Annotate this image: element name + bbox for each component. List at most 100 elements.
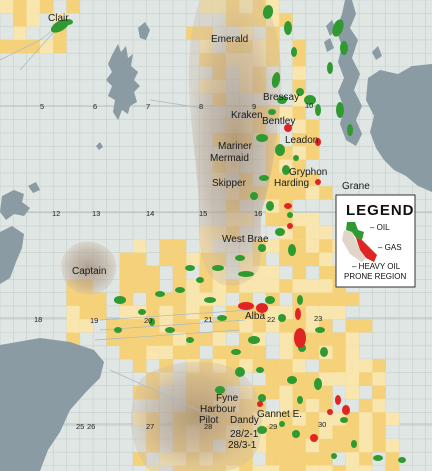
oil-field — [248, 336, 260, 344]
licence-block — [372, 412, 386, 426]
quadrant-label: 16 — [254, 209, 262, 218]
quadrant-label: 18 — [34, 315, 42, 324]
field-label-west-brae: West Brae — [222, 234, 269, 245]
licence-block — [39, 0, 54, 14]
oil-field — [235, 367, 245, 377]
licence-block — [119, 305, 133, 320]
licence-block — [186, 345, 200, 360]
licence-block — [133, 279, 147, 293]
licence-block — [13, 0, 27, 14]
oil-field — [266, 201, 274, 211]
legend-heavy-oil-label-2: PRONE REGION — [344, 272, 406, 281]
licence-block — [119, 252, 133, 266]
licence-block — [305, 345, 320, 360]
licence-block — [279, 279, 293, 293]
quadrant-label: 8 — [199, 102, 203, 111]
field-label-28-3-1: 28/3-1 — [228, 440, 257, 451]
field-label-bressay: Bressay — [263, 92, 299, 103]
licence-block — [319, 266, 333, 280]
licence-block — [385, 438, 399, 453]
licence-block — [279, 345, 293, 360]
licence-block — [292, 226, 306, 240]
licence-block — [305, 465, 320, 471]
licence-block — [226, 305, 240, 320]
licence-block — [359, 412, 373, 426]
licence-block — [305, 252, 320, 266]
oil-field — [351, 440, 357, 448]
licence-block — [146, 266, 160, 280]
quadrant-label: 7 — [146, 102, 150, 111]
oil-field — [217, 315, 227, 321]
licence-block — [305, 292, 320, 306]
licence-block — [332, 359, 346, 373]
licence-block — [359, 465, 373, 471]
licence-block — [133, 266, 147, 280]
licence-block — [146, 332, 160, 346]
quadrant-label: 15 — [199, 209, 207, 218]
licence-block — [305, 119, 320, 133]
gas-field — [315, 179, 321, 185]
oil-field — [327, 62, 333, 74]
oil-field — [268, 109, 276, 115]
licence-block — [13, 13, 27, 27]
oil-field — [275, 144, 285, 156]
oil-field — [155, 291, 165, 297]
oil-field — [292, 430, 300, 438]
licence-block — [332, 372, 346, 386]
licence-block — [319, 252, 333, 266]
field-label-gannet-e: Gannet E. — [257, 409, 302, 420]
licence-block — [345, 425, 360, 439]
oil-field — [340, 417, 348, 423]
oil-field — [256, 367, 264, 373]
licence-block — [345, 385, 360, 399]
licence-block — [292, 465, 306, 471]
licence-block — [305, 279, 320, 293]
licence-block — [159, 239, 173, 253]
field-label-grane: Grane — [342, 181, 370, 192]
quadrant-label: 6 — [93, 102, 97, 111]
licence-block — [266, 385, 280, 399]
field-label-kraken: Kraken — [231, 110, 263, 121]
oil-field — [287, 212, 293, 218]
licence-block — [345, 372, 360, 386]
oil-field — [212, 265, 224, 271]
oil-field — [291, 47, 297, 57]
licence-block — [279, 465, 293, 471]
licence-block — [13, 26, 27, 40]
licence-block — [199, 332, 213, 346]
oil-field — [185, 265, 195, 271]
gas-field — [342, 405, 350, 415]
licence-block — [279, 385, 293, 399]
licence-block — [279, 332, 293, 346]
licence-block — [305, 399, 320, 413]
licence-block — [345, 292, 360, 306]
oil-field — [165, 327, 175, 333]
licence-block — [292, 438, 306, 453]
field-label-28-2-1: 28/2-1 — [230, 429, 259, 440]
licence-block — [119, 266, 133, 280]
field-label-bentley: Bentley — [262, 116, 295, 127]
oil-field — [257, 426, 267, 434]
oil-field — [315, 104, 321, 116]
licence-block — [292, 452, 306, 466]
licence-block — [0, 39, 14, 54]
licence-block — [266, 438, 280, 453]
gas-field — [295, 308, 301, 320]
licence-block — [319, 438, 333, 453]
licence-block — [66, 319, 80, 333]
licence-block — [53, 39, 67, 54]
oil-field — [275, 228, 285, 236]
licence-block — [279, 438, 293, 453]
licence-block — [266, 266, 280, 280]
licence-block — [345, 465, 360, 471]
licence-block — [372, 359, 386, 373]
licence-block — [319, 292, 333, 306]
field-label-fyne: Fyne — [216, 393, 239, 404]
gas-field — [284, 203, 292, 209]
field-label-emerald: Emerald — [211, 34, 248, 45]
licence-block — [372, 399, 386, 413]
licence-block — [172, 292, 187, 306]
licence-block — [279, 359, 293, 373]
oil-field — [284, 21, 292, 35]
gas-field — [257, 401, 263, 407]
